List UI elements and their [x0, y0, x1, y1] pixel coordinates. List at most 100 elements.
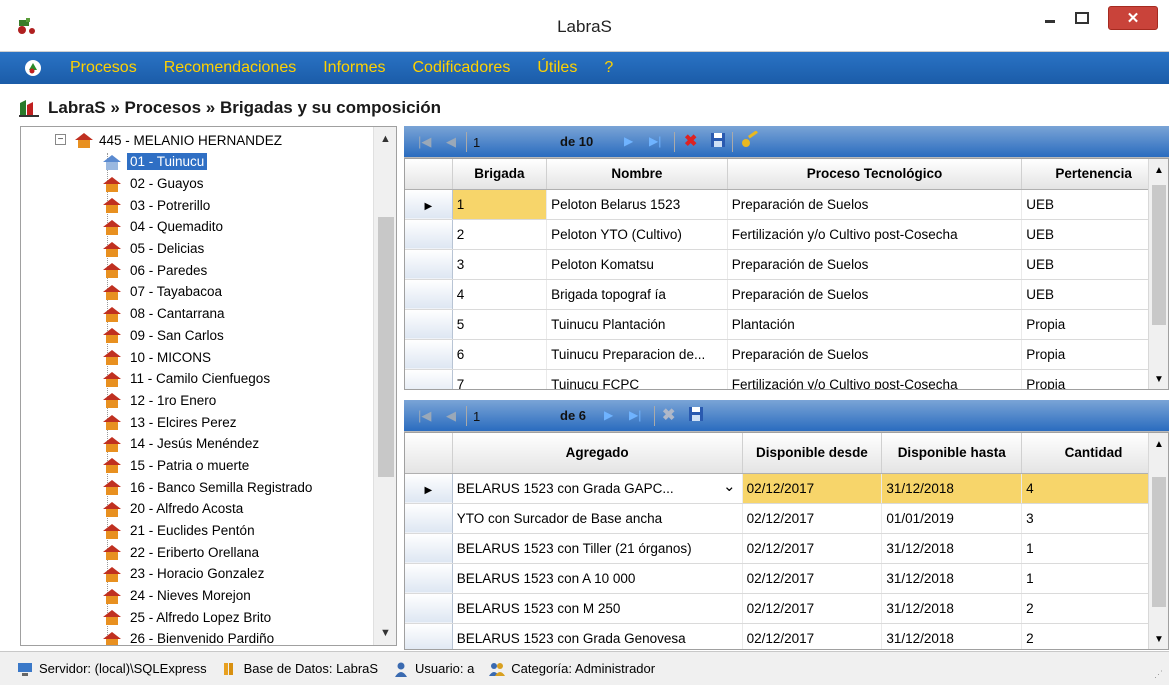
- tree-item[interactable]: 03 - Potrerillo: [101, 194, 315, 216]
- table-cell[interactable]: Tuinucu FCPC: [546, 369, 728, 389]
- next-record-icon[interactable]: ▶: [624, 134, 633, 148]
- tree-item[interactable]: 23 - Horacio Gonzalez: [101, 563, 315, 585]
- row-header[interactable]: ▶: [405, 473, 453, 504]
- scroll-down-icon[interactable]: ▼: [1154, 634, 1164, 645]
- tree-item[interactable]: 11 - Camilo Cienfuegos: [101, 368, 315, 390]
- tree-item[interactable]: 06 - Paredes: [101, 259, 315, 281]
- tree-item[interactable]: 14 - Jesús Menéndez: [101, 433, 315, 455]
- col-cantidad[interactable]: Cantidad: [1021, 433, 1166, 474]
- agregados-scrollbar[interactable]: ▲ ▼: [1148, 433, 1168, 649]
- scroll-thumb[interactable]: [378, 217, 394, 477]
- table-cell[interactable]: 6: [452, 339, 548, 370]
- prev-record-icon[interactable]: ◀: [446, 134, 456, 150]
- scroll-thumb[interactable]: [1152, 477, 1166, 607]
- table-cell[interactable]: 31/12/2018: [881, 593, 1023, 624]
- row-header[interactable]: [405, 309, 453, 340]
- table-cell[interactable]: BELARUS 1523 con Grada Genovesa: [452, 623, 743, 649]
- tree-item[interactable]: 10 - MICONS: [101, 346, 315, 368]
- maximize-button[interactable]: [1068, 6, 1096, 30]
- table-cell[interactable]: 3: [452, 249, 548, 280]
- menu-utiles[interactable]: Útiles: [537, 59, 577, 77]
- col-brigada[interactable]: Brigada: [452, 159, 548, 190]
- table-cell[interactable]: Propia: [1021, 339, 1166, 370]
- table-cell[interactable]: UEB: [1021, 189, 1166, 220]
- row-header[interactable]: [405, 369, 453, 389]
- table-cell[interactable]: Fertilización y/o Cultivo post-Cosecha: [727, 369, 1023, 389]
- col-disponible-desde[interactable]: Disponible desde: [742, 433, 883, 474]
- scroll-up-icon[interactable]: ▲: [1154, 165, 1164, 176]
- collapse-toggle[interactable]: −: [55, 134, 66, 145]
- agregados-grid[interactable]: Agregado Disponible desde Disponible has…: [404, 432, 1169, 650]
- table-cell[interactable]: Peloton Belarus 1523: [546, 189, 728, 220]
- table-cell[interactable]: 02/12/2017: [742, 473, 883, 504]
- brigadas-scrollbar[interactable]: ▲ ▼: [1148, 159, 1168, 389]
- delete-icon[interactable]: ✖: [662, 405, 675, 425]
- table-row[interactable]: YTO con Surcador de Base ancha 02/12/2017…: [405, 503, 1166, 534]
- table-cell[interactable]: 02/12/2017: [742, 563, 883, 594]
- table-cell[interactable]: Propia: [1021, 369, 1166, 389]
- tree-item[interactable]: 15 - Patria o muerte: [101, 455, 315, 477]
- table-row[interactable]: BELARUS 1523 con A 10 000 02/12/2017 31/12…: [405, 563, 1166, 594]
- tree-item[interactable]: 07 - Tayabacoa: [101, 281, 315, 303]
- table-cell[interactable]: Peloton YTO (Cultivo): [546, 219, 728, 250]
- menu-informes[interactable]: Informes: [323, 59, 385, 77]
- table-row[interactable]: BELARUS 1523 con Grada Genovesa 02/12/201…: [405, 623, 1166, 649]
- close-button[interactable]: ✕: [1108, 6, 1158, 30]
- table-cell[interactable]: BELARUS 1523 con M 250: [452, 593, 743, 624]
- table-cell[interactable]: BELARUS 1523 con Grada GAPC... ⌄: [452, 473, 743, 504]
- last-record-icon[interactable]: ▶|: [649, 134, 661, 148]
- table-cell[interactable]: 2: [1021, 623, 1166, 649]
- row-header[interactable]: [405, 503, 453, 534]
- record-position-input[interactable]: [470, 405, 520, 427]
- tree-item[interactable]: 22 - Eriberto Orellana: [101, 541, 315, 563]
- brigadas-grid[interactable]: Brigada Nombre Proceso Tecnológico Perte…: [404, 158, 1169, 390]
- table-cell[interactable]: Propia: [1021, 309, 1166, 340]
- tree-item[interactable]: 20 - Alfredo Acosta: [101, 498, 315, 520]
- tree-item[interactable]: 25 - Alfredo Lopez Brito: [101, 606, 315, 628]
- table-row[interactable]: ▶ BELARUS 1523 con Grada GAPC... ⌄ 02/12/20…: [405, 473, 1166, 504]
- table-row[interactable]: 5 Tuinucu Plantación Plantación Propia: [405, 309, 1166, 340]
- record-position-input[interactable]: [470, 131, 520, 153]
- menu-procesos[interactable]: Procesos: [70, 59, 137, 77]
- table-cell[interactable]: Fertilización y/o Cultivo post-Cosecha: [727, 219, 1023, 250]
- tree-item[interactable]: 08 - Cantarrana: [101, 303, 315, 325]
- table-row[interactable]: 7 Tuinucu FCPC Fertilización y/o Cultivo p…: [405, 369, 1166, 389]
- table-cell[interactable]: Peloton Komatsu: [546, 249, 728, 280]
- last-record-icon[interactable]: ▶|: [629, 408, 641, 422]
- table-row[interactable]: 4 Brigada topograf ía Preparación de Suelo…: [405, 279, 1166, 310]
- table-row[interactable]: BELARUS 1523 con Tiller (21 órganos) 02/1…: [405, 533, 1166, 564]
- col-agregado[interactable]: Agregado: [452, 433, 743, 474]
- tree-item[interactable]: 24 - Nieves Morejon: [101, 585, 315, 607]
- table-cell[interactable]: 01/01/2019: [881, 503, 1023, 534]
- col-proceso[interactable]: Proceso Tecnológico: [727, 159, 1023, 190]
- tree-item[interactable]: 26 - Bienvenido Pardiño: [101, 628, 315, 645]
- table-cell[interactable]: Tuinucu Preparacion de...: [546, 339, 728, 370]
- save-icon[interactable]: [688, 406, 704, 422]
- scroll-down-icon[interactable]: ▼: [1154, 374, 1164, 385]
- table-cell[interactable]: Preparación de Suelos: [727, 249, 1023, 280]
- tree-root[interactable]: 445 - MELANIO HERNANDEZ: [73, 130, 282, 150]
- table-cell[interactable]: 2: [452, 219, 548, 250]
- tree-item[interactable]: 02 - Guayos: [101, 173, 315, 195]
- row-header[interactable]: [405, 219, 453, 250]
- minimize-button[interactable]: [1036, 6, 1064, 30]
- first-record-icon[interactable]: |◀: [418, 134, 431, 150]
- table-cell[interactable]: 1: [1021, 563, 1166, 594]
- table-row[interactable]: ▶ 1 Peloton Belarus 1523 Preparación de Sue…: [405, 189, 1166, 220]
- save-icon[interactable]: [710, 132, 726, 148]
- row-header[interactable]: [405, 623, 453, 649]
- col-pertenencia[interactable]: Pertenencia: [1021, 159, 1166, 190]
- row-header[interactable]: [405, 533, 453, 564]
- menu-codificadores[interactable]: Codificadores: [412, 59, 510, 77]
- row-header[interactable]: [405, 279, 453, 310]
- table-cell[interactable]: 31/12/2018: [881, 623, 1023, 649]
- col-nombre[interactable]: Nombre: [546, 159, 728, 190]
- scroll-up-icon[interactable]: ▲: [380, 133, 391, 145]
- table-cell[interactable]: UEB: [1021, 279, 1166, 310]
- table-cell[interactable]: UEB: [1021, 219, 1166, 250]
- tree-item[interactable]: 01 - Tuinucu: [101, 151, 315, 173]
- table-cell[interactable]: UEB: [1021, 249, 1166, 280]
- tree-scrollbar[interactable]: ▲ ▼: [373, 127, 396, 645]
- tree-item[interactable]: 16 - Banco Semilla Registrado: [101, 476, 315, 498]
- col-disponible-hasta[interactable]: Disponible hasta: [881, 433, 1023, 474]
